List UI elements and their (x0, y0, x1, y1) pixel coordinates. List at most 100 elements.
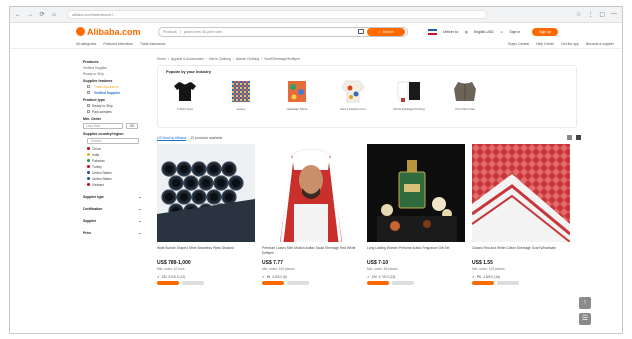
product-card[interactable]: Long Lasting Women Perfume Arabic Fragra… (367, 144, 465, 285)
collapsed-filter[interactable]: Supplier type ⌄ (83, 195, 141, 199)
product-price: US$ 7-10 (367, 260, 389, 266)
camera-icon[interactable] (358, 29, 364, 34)
collapsed-filter-label: Certification (83, 206, 103, 211)
product-card[interactable]: Premium Luxury Men Muslim Arabic Saudi S… (262, 144, 360, 285)
reload-icon[interactable]: ⟳ (39, 12, 45, 18)
scroll-top-button[interactable]: ↑ (579, 297, 591, 309)
product-image[interactable] (472, 144, 570, 242)
logo-mark-icon (76, 27, 85, 36)
chat-now-button[interactable] (182, 281, 204, 285)
breadcrumb-item[interactable]: Scarf/Shemagh/Keffiyeh (264, 57, 300, 61)
supplier-country: IN (266, 275, 271, 279)
collapsed-filter[interactable]: Certification ⌄ (83, 207, 141, 211)
search-input[interactable]: jacket men 3D-print shirt (184, 30, 355, 34)
product-card[interactable]: Wide Bundle Shaped Steel Seamless Pipes … (157, 144, 255, 285)
buyer-central-link[interactable]: Buyer Central (508, 42, 529, 46)
popular-item[interactable]: Men's Fashion Knit (334, 78, 372, 111)
grid-view-icon[interactable] (576, 135, 581, 140)
back-icon[interactable]: ← (15, 12, 21, 18)
popular-item[interactable]: Jersey (222, 78, 260, 111)
window-icon[interactable]: ▢ (599, 11, 605, 18)
country-option[interactable]: India (87, 153, 147, 157)
chat-now-button[interactable] (287, 281, 309, 285)
filter-trade-assurance[interactable]: Trade Assurance (87, 85, 147, 89)
collapsed-filter[interactable]: Supplier ⌄ (83, 219, 141, 223)
country-option[interactable]: United States (87, 171, 147, 175)
product-title[interactable]: Wide Bundle Shaped Steel Seamless Pipes … (157, 246, 255, 255)
popular-item[interactable]: Print Shirt Flat (446, 78, 484, 111)
checkbox[interactable] (87, 85, 90, 88)
product-title[interactable]: Classic Red and White Cotton Shemagh Sca… (472, 246, 570, 255)
popular-item-label: Shirts Package Printing (393, 107, 425, 111)
results-link[interactable]: US Deal by Alibaba (157, 136, 186, 140)
float-menu-button[interactable]: ☰ (579, 313, 591, 325)
signup-button[interactable]: Sign up (532, 27, 559, 36)
country-color-dot (87, 147, 90, 150)
min-order-input[interactable]: Less than (83, 122, 123, 129)
country-search-input[interactable]: Search (87, 137, 139, 144)
filter-paid-samples[interactable]: Paid samples (87, 110, 147, 114)
bookmark-icon[interactable]: ☆ (576, 11, 581, 18)
filter-verified-supplier[interactable]: Verified Supplier (87, 91, 147, 95)
chat-now-button[interactable] (392, 281, 414, 285)
product-image[interactable] (262, 144, 360, 242)
country-option[interactable]: Pakistan (87, 159, 147, 163)
filter-ready-to-ship[interactable]: Ready to Ship (87, 104, 147, 108)
country-option[interactable]: China (87, 147, 147, 151)
featured-selections-link[interactable]: Featured selections (103, 42, 133, 46)
breadcrumb-item[interactable]: Home (157, 57, 166, 61)
chat-now-button[interactable] (497, 281, 519, 285)
signin-link[interactable]: Sign in (509, 30, 520, 34)
home-icon[interactable]: ⌂ (51, 12, 57, 18)
filter-ready-link[interactable]: Ready to Ship (83, 72, 147, 76)
get-app-link[interactable]: Get the app (561, 42, 579, 46)
filter-verified-link[interactable]: Verified Supplier (83, 66, 147, 70)
breadcrumb-item[interactable]: Apparel & Accessories (171, 57, 204, 61)
min-order-ok-button[interactable]: OK (126, 122, 138, 129)
product-card[interactable]: Classic Red and White Cotton Shemagh Sca… (472, 144, 570, 285)
supplier-rating: 4.8/5.0 (16) (483, 275, 501, 279)
trade-assurance-link[interactable]: Trade Assurance (140, 42, 166, 46)
country-title: Supplier country/region (83, 131, 124, 136)
search-button[interactable]: ⌕ Search (367, 27, 405, 36)
search-category-select[interactable]: Products (163, 29, 181, 34)
country-option[interactable]: Vietnam (87, 183, 147, 187)
product-title[interactable]: Long Lasting Women Perfume Arabic Fragra… (367, 246, 465, 255)
popular-item[interactable]: Hawaiian Shirts (278, 78, 316, 111)
product-type-title: Product type (83, 97, 105, 102)
add-to-cart-button[interactable] (367, 281, 389, 285)
all-categories-link[interactable]: All categories (76, 42, 96, 46)
product-title[interactable]: Premium Luxury Men Muslim Arabic Saudi S… (262, 246, 360, 255)
flag-icon[interactable] (428, 28, 437, 35)
supplier-rating: 4.7/5.0 (23) (378, 275, 396, 279)
supplier-row: ✓ PK 4.8/5.0 (16) (472, 275, 570, 279)
trade-assurance-badge: Trade Assurance (94, 84, 119, 89)
product-image[interactable] (157, 144, 255, 242)
collapsed-filter[interactable]: Price ⌄ (83, 231, 141, 235)
list-view-icon[interactable] (567, 135, 572, 140)
breadcrumb-item[interactable]: Islamic Clothing (236, 57, 259, 61)
become-supplier-link[interactable]: Become a supplier (586, 42, 614, 46)
country-option[interactable]: Turkey (87, 165, 147, 169)
product-image[interactable] (367, 144, 465, 242)
checkbox[interactable] (87, 104, 90, 107)
minimize-icon[interactable]: — (611, 11, 617, 18)
popular-item[interactable]: T-Shirt Tops (166, 78, 204, 111)
popular-item[interactable]: Shirts Package Printing (390, 78, 428, 111)
forward-icon[interactable]: → (27, 12, 33, 18)
country-option[interactable]: United States (87, 177, 147, 181)
address-bar[interactable]: alibaba.com/trade/search?... (67, 10, 487, 19)
add-to-cart-button[interactable] (472, 281, 494, 285)
menu-icon[interactable]: ⋮ (587, 11, 593, 18)
alibaba-logo[interactable]: Alibaba.com (76, 27, 152, 37)
help-center-link[interactable]: Help Center (536, 42, 554, 46)
language-select[interactable]: English-USD (474, 30, 494, 34)
deliver-to[interactable]: Deliver to: (443, 30, 459, 34)
add-to-cart-button[interactable] (157, 281, 179, 285)
add-to-cart-button[interactable] (262, 281, 284, 285)
checkbox[interactable] (87, 91, 90, 94)
search-bar[interactable]: Products jacket men 3D-print shirt ⌕ Sea… (158, 26, 408, 37)
country-label: China (92, 146, 101, 151)
checkbox[interactable] (87, 110, 90, 113)
breadcrumb-item[interactable]: Men's Clothing (209, 57, 231, 61)
